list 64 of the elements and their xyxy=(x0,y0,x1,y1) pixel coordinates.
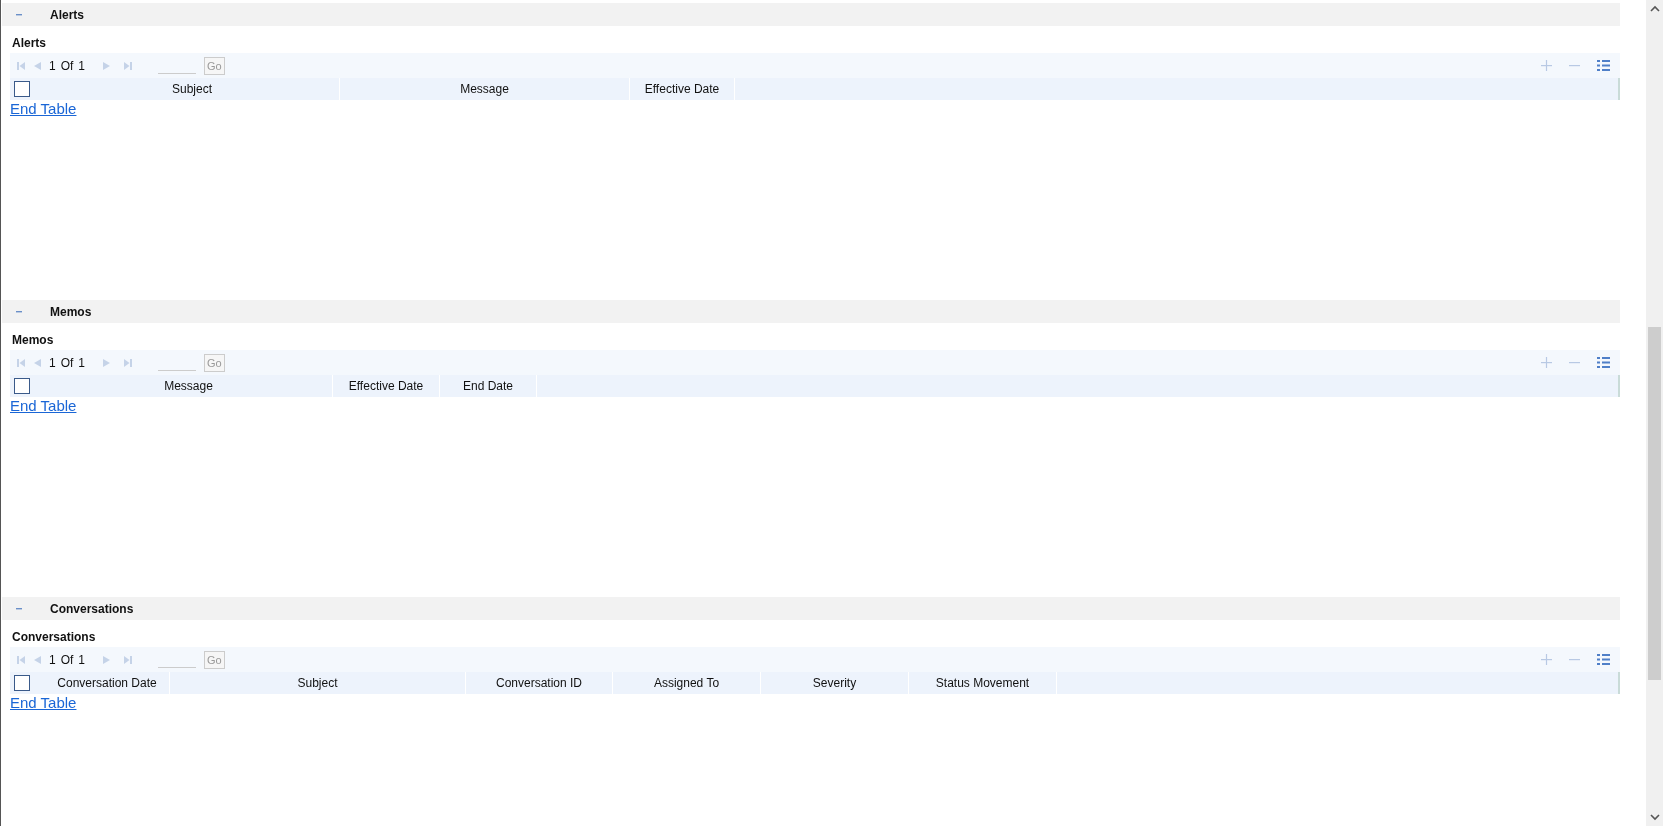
end-table-link[interactable]: End Table xyxy=(10,397,77,414)
scrollbar-thumb[interactable] xyxy=(1648,327,1661,680)
first-page-icon[interactable] xyxy=(16,357,26,368)
column-header[interactable]: Status Movement xyxy=(909,672,1057,694)
scroll-up-icon[interactable] xyxy=(1649,5,1660,12)
end-table-link[interactable]: End Table xyxy=(10,694,77,711)
page-number: 1 xyxy=(49,355,56,370)
table-title: Memos xyxy=(11,332,55,349)
page-number: 1 xyxy=(49,652,56,667)
columns-list-icon[interactable] xyxy=(1597,60,1610,71)
next-page-icon[interactable] xyxy=(102,654,112,665)
select-all-checkbox[interactable] xyxy=(14,675,30,691)
section-header[interactable]: Conversations xyxy=(2,597,1620,620)
column-header[interactable]: Effective Date xyxy=(630,78,735,100)
column-header[interactable]: Message xyxy=(340,78,630,100)
last-page-icon[interactable] xyxy=(123,654,134,665)
section-header-title: Memos xyxy=(50,304,92,319)
last-page-icon[interactable] xyxy=(123,357,134,368)
add-row-icon[interactable] xyxy=(1541,357,1552,368)
column-header[interactable]: Effective Date xyxy=(333,375,440,397)
section-header-title: Conversations xyxy=(50,601,134,616)
remove-row-icon[interactable] xyxy=(1569,361,1580,364)
section-header[interactable]: Alerts xyxy=(2,3,1620,26)
remove-row-icon[interactable] xyxy=(1569,64,1580,67)
previous-page-icon[interactable] xyxy=(33,60,42,71)
columns-list-icon[interactable] xyxy=(1597,654,1610,665)
next-page-icon[interactable] xyxy=(102,60,112,71)
page-of-label: Of xyxy=(60,58,74,73)
first-page-icon[interactable] xyxy=(16,654,26,665)
previous-page-icon[interactable] xyxy=(33,654,42,665)
collapse-icon[interactable] xyxy=(16,13,22,16)
next-page-icon[interactable] xyxy=(102,357,112,368)
section-header[interactable]: Memos xyxy=(2,300,1620,323)
section-header-title: Alerts xyxy=(50,7,84,22)
column-header[interactable]: Message xyxy=(45,375,333,397)
columns-list-icon[interactable] xyxy=(1597,357,1610,368)
page-number: 1 xyxy=(49,58,56,73)
scroll-down-icon[interactable] xyxy=(1649,814,1660,821)
column-header[interactable]: Conversation Date xyxy=(45,672,170,694)
table-title: Conversations xyxy=(11,629,97,646)
table-title: Alerts xyxy=(11,35,47,52)
page-of-label: Of xyxy=(60,652,74,667)
column-header[interactable]: Subject xyxy=(170,672,466,694)
column-header[interactable]: Conversation ID xyxy=(466,672,613,694)
column-header[interactable]: Assigned To xyxy=(613,672,761,694)
select-all-checkbox[interactable] xyxy=(14,81,30,97)
collapse-icon[interactable] xyxy=(16,310,22,313)
page-total: 1 xyxy=(78,58,86,73)
column-header[interactable]: Subject xyxy=(45,78,340,100)
add-row-icon[interactable] xyxy=(1541,60,1552,71)
page-of-label: Of xyxy=(60,355,74,370)
select-all-checkbox[interactable] xyxy=(14,378,30,394)
page-total: 1 xyxy=(78,355,86,370)
column-header[interactable]: Severity xyxy=(761,672,909,694)
column-header[interactable]: End Date xyxy=(440,375,537,397)
vertical-scrollbar[interactable] xyxy=(1646,0,1663,826)
add-row-icon[interactable] xyxy=(1541,654,1552,665)
end-table-link[interactable]: End Table xyxy=(10,100,77,117)
remove-row-icon[interactable] xyxy=(1569,658,1580,661)
previous-page-icon[interactable] xyxy=(33,357,42,368)
collapse-icon[interactable] xyxy=(16,607,22,610)
last-page-icon[interactable] xyxy=(123,60,134,71)
first-page-icon[interactable] xyxy=(16,60,26,71)
page-total: 1 xyxy=(78,652,86,667)
